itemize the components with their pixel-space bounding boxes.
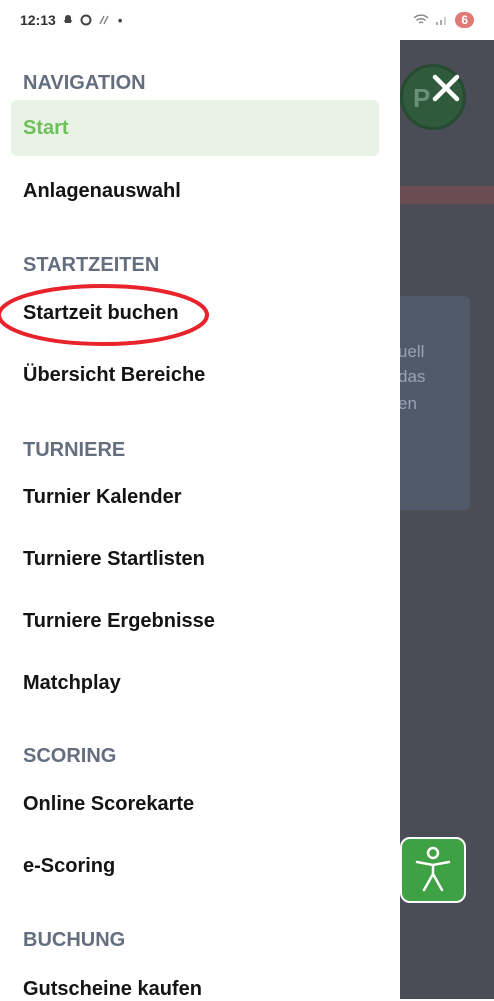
status-icons: • <box>62 12 123 28</box>
nav-item-online-scorekarte[interactable]: Online Scorekarte <box>23 793 194 816</box>
status-time: 12:13 <box>20 12 56 28</box>
accessibility-icon <box>415 846 451 892</box>
close-button[interactable] <box>424 66 468 110</box>
nav-item-matchplay[interactable]: Matchplay <box>23 672 121 695</box>
close-icon <box>432 74 460 102</box>
nav-item-startzeit-buchen[interactable]: Startzeit buchen <box>23 302 179 325</box>
background-text: uell <box>398 342 425 361</box>
background-text: en <box>398 394 417 413</box>
section-title-buchung: BUCHUNG <box>23 929 126 951</box>
background-text: das <box>398 367 426 386</box>
nav-item-gutscheine-kaufen[interactable]: Gutscheine kaufen <box>23 978 202 1001</box>
circle-icon <box>80 14 92 26</box>
section-title-scoring: SCORING <box>23 745 117 767</box>
nav-item-uebersicht-bereiche[interactable]: Übersicht Bereiche <box>23 364 205 387</box>
wifi-icon <box>413 14 429 24</box>
nav-item-turnier-kalender[interactable]: Turnier Kalender <box>23 486 182 509</box>
snapchat-icon <box>63 15 73 23</box>
section-title-turniere: TURNIERE <box>23 439 126 461</box>
battery-indicator: 6 <box>455 12 474 28</box>
section-title-navigation: NAVIGATION <box>23 72 146 94</box>
nav-item-turniere-startlisten[interactable]: Turniere Startlisten <box>23 548 205 571</box>
nav-item-anlagenauswahl[interactable]: Anlagenauswahl <box>23 180 181 203</box>
status-right: 6 <box>413 12 474 28</box>
nav-item-label: Start <box>23 117 69 139</box>
section-title-startzeiten: STARTZEITEN <box>23 254 160 276</box>
navigation-drawer: NAVIGATION Start Anlagenauswahl STARTZEI… <box>0 40 400 1001</box>
nav-item-e-scoring[interactable]: e-Scoring <box>23 855 115 878</box>
dot-icon: • <box>117 12 123 28</box>
nav-item-turniere-ergebnisse[interactable]: Turniere Ergebnisse <box>23 610 215 633</box>
accessibility-button[interactable] <box>400 837 466 903</box>
nav-item-start[interactable]: Start <box>11 100 379 156</box>
status-bar: 12:13 • 6 <box>0 0 494 40</box>
cell-signal-icon <box>436 17 447 25</box>
signal-strike-icon <box>99 15 109 25</box>
